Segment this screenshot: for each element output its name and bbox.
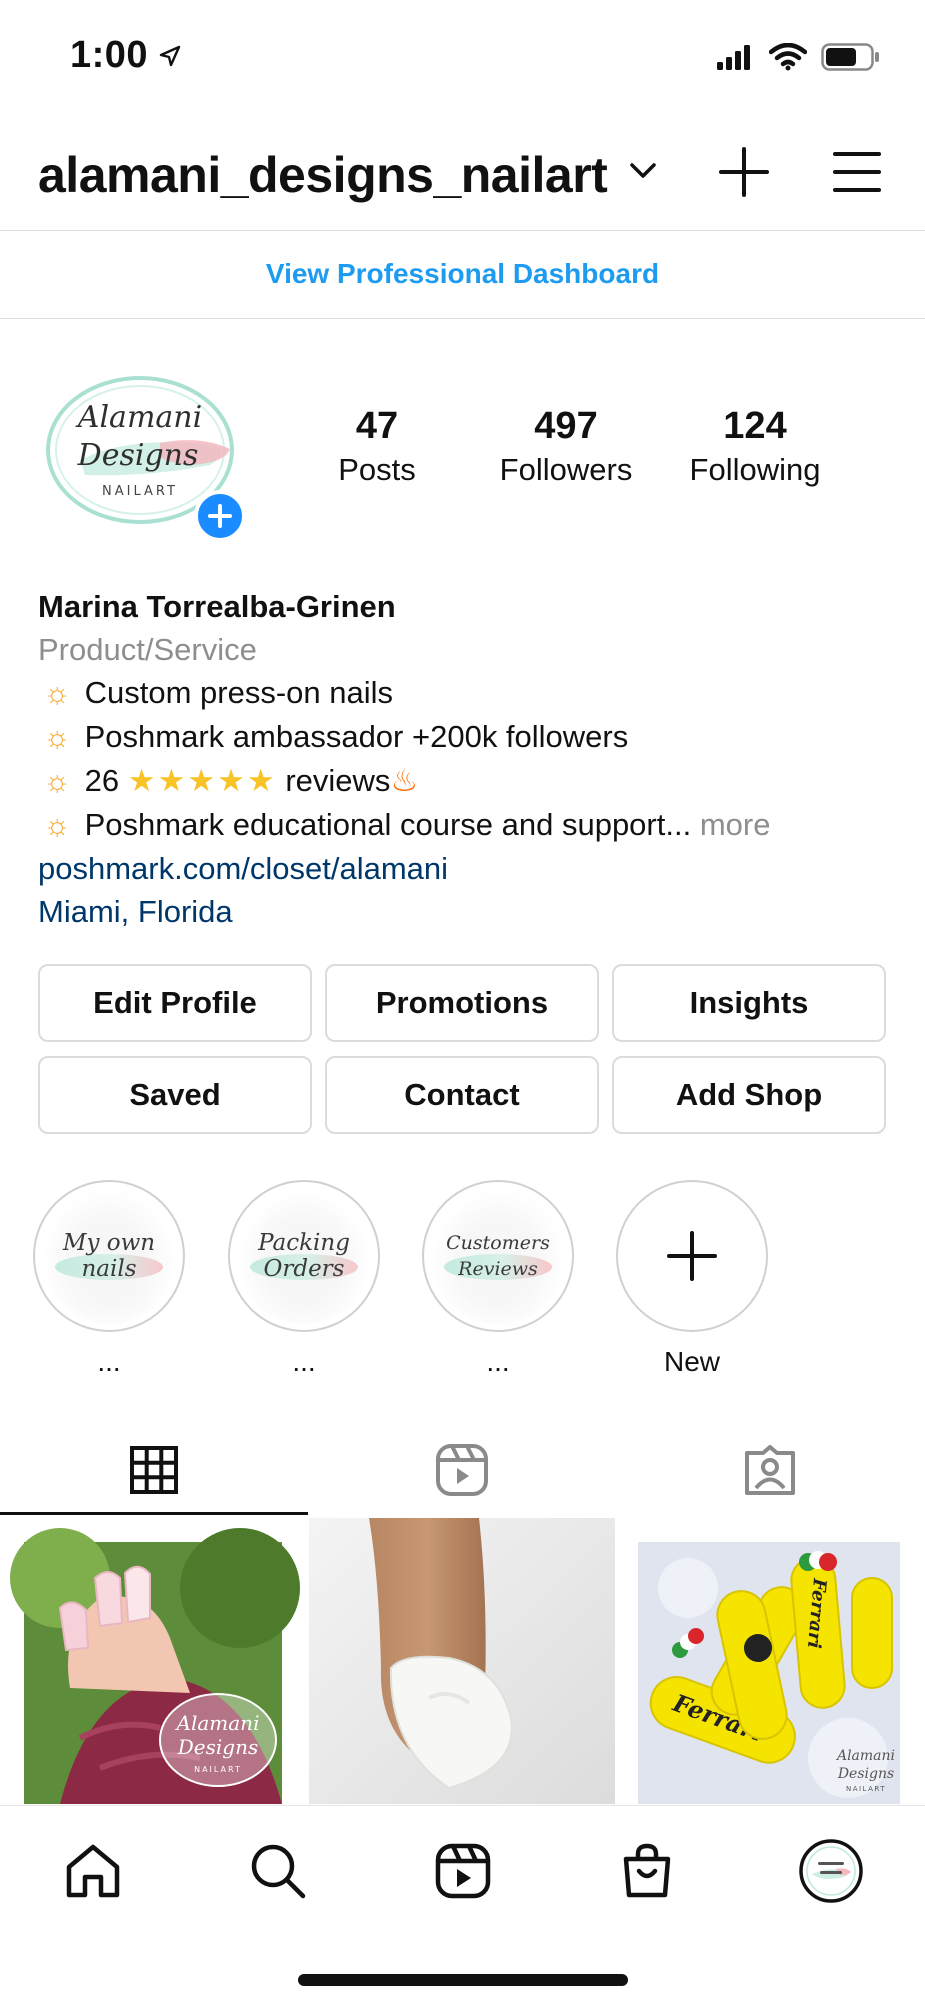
bio-line: ☼ Poshmark educational course and suppor… xyxy=(38,803,898,847)
stars-icon: ★★★★★ xyxy=(127,763,277,798)
plus-icon xyxy=(208,504,232,528)
post-thumbnail[interactable]: Alamani Designs NAILART xyxy=(0,1518,306,1804)
bio-line: ☼ Custom press-on nails xyxy=(38,671,898,715)
highlight-label: ... xyxy=(292,1346,316,1377)
status-time: 1:00 xyxy=(70,34,149,76)
svg-text:Designs: Designs xyxy=(837,1766,894,1782)
promotions-button[interactable]: Promotions xyxy=(325,964,599,1042)
nav-shop[interactable] xyxy=(612,1836,682,1906)
posts-count: 47 xyxy=(355,405,399,447)
highlight-cover: Customers Reviews xyxy=(422,1180,574,1332)
nav-reels[interactable] xyxy=(428,1836,498,1906)
reels-icon xyxy=(436,1444,488,1496)
contact-button[interactable]: Contact xyxy=(325,1056,599,1134)
nav-home[interactable] xyxy=(58,1836,128,1906)
svg-text:Alamani: Alamani xyxy=(175,1711,260,1735)
tab-tagged[interactable] xyxy=(616,1425,924,1515)
post-thumbnail[interactable]: Ferrari Ferrari Alamani Designs NAILART xyxy=(618,1518,924,1804)
bottom-navigation xyxy=(0,1805,925,2000)
post-image: Ferrari Ferrari Alamani Designs NAILART xyxy=(618,1518,924,1804)
svg-text:Alamani: Alamani xyxy=(75,400,202,435)
reels-icon xyxy=(435,1843,491,1899)
nav-search[interactable] xyxy=(243,1836,313,1906)
create-plus-icon[interactable] xyxy=(718,146,770,198)
bio-more-link[interactable]: more xyxy=(700,807,771,842)
post-thumbnail[interactable] xyxy=(309,1518,615,1804)
edit-profile-button[interactable]: Edit Profile xyxy=(38,964,312,1042)
profile-name: Marina Torrealba-Grinen xyxy=(38,589,396,624)
bio-website-link[interactable]: poshmark.com/closet/alamani xyxy=(38,847,898,890)
signal-icon xyxy=(717,45,750,70)
profile-bio: Marina Torrealba-Grinen Product/Service … xyxy=(38,585,898,933)
bio-line: ☼ Poshmark ambassador +200k followers xyxy=(38,715,898,759)
post-image: Alamani Designs NAILART xyxy=(0,1518,306,1804)
highlight-cover: Packing Orders xyxy=(228,1180,380,1332)
followers-stat[interactable]: 497 Followers xyxy=(486,405,646,488)
plus-icon xyxy=(667,1231,717,1281)
posts-stat[interactable]: 47 Posts xyxy=(322,405,432,488)
posts-label: Posts xyxy=(338,452,416,487)
home-icon xyxy=(66,1844,120,1898)
account-username[interactable]: alamani_designs_nailart xyxy=(38,146,608,204)
status-icons xyxy=(715,42,881,72)
saved-button[interactable]: Saved xyxy=(38,1056,312,1134)
highlight-label: ... xyxy=(486,1346,510,1377)
professional-dashboard-link[interactable]: View Professional Dashboard xyxy=(0,232,925,316)
svg-text:Designs: Designs xyxy=(177,1735,258,1759)
nav-profile[interactable] xyxy=(796,1836,866,1906)
tab-active-indicator xyxy=(0,1512,308,1515)
tagged-icon xyxy=(745,1445,795,1495)
shop-icon xyxy=(623,1843,671,1898)
battery-icon xyxy=(821,43,879,71)
story-highlight[interactable]: Customers Reviews ... xyxy=(422,1180,574,1378)
tab-posts-grid[interactable] xyxy=(0,1425,308,1515)
add-story-button[interactable] xyxy=(194,490,246,542)
insights-button[interactable]: Insights xyxy=(612,964,886,1042)
followers-label: Followers xyxy=(499,452,633,487)
following-count: 124 xyxy=(723,405,787,447)
home-indicator xyxy=(298,1974,628,1986)
new-highlight-circle xyxy=(616,1180,768,1332)
sun-icon: ☼ xyxy=(43,765,71,798)
sun-icon: ☼ xyxy=(43,809,71,842)
highlight-cover: My own nails xyxy=(33,1180,185,1332)
menu-hamburger-icon[interactable] xyxy=(832,150,882,194)
profile-category: Product/Service xyxy=(38,632,257,667)
profile-avatar-icon xyxy=(799,1839,863,1903)
header-divider xyxy=(0,230,925,231)
grid-icon xyxy=(130,1446,178,1494)
highlight-label: New xyxy=(663,1346,720,1377)
chevron-down-icon[interactable] xyxy=(628,160,658,182)
highlight-label: ... xyxy=(97,1346,121,1377)
location-arrow-icon xyxy=(159,45,181,67)
svg-text:Alamani: Alamani xyxy=(835,1748,895,1764)
tab-reels[interactable] xyxy=(308,1425,616,1515)
svg-text:NAILART: NAILART xyxy=(194,1765,242,1774)
story-highlight[interactable]: Packing Orders ... xyxy=(228,1180,380,1378)
following-stat[interactable]: 124 Following xyxy=(680,405,830,488)
wifi-icon xyxy=(769,43,807,71)
fire-icon: ♨ xyxy=(390,763,419,798)
add-shop-button[interactable]: Add Shop xyxy=(612,1056,886,1134)
svg-text:Designs: Designs xyxy=(77,438,199,473)
search-icon xyxy=(251,1844,306,1899)
bio-location-link[interactable]: Miami, Florida xyxy=(38,890,898,933)
following-label: Following xyxy=(689,452,821,487)
dashboard-divider xyxy=(0,318,925,319)
post-image xyxy=(309,1518,615,1804)
story-highlight[interactable]: My own nails ... xyxy=(33,1180,185,1378)
sun-icon: ☼ xyxy=(43,721,71,754)
svg-text:NAILART: NAILART xyxy=(846,1785,886,1793)
sun-icon: ☼ xyxy=(43,677,71,710)
profile-header: alamani_designs_nailart xyxy=(0,130,925,230)
bio-line: ☼ 26 ★★★★★ reviews♨ xyxy=(38,759,898,803)
followers-count: 497 xyxy=(534,405,598,447)
svg-text:NAILART: NAILART xyxy=(102,484,178,499)
status-bar: 1:00 xyxy=(0,0,925,110)
new-highlight-button[interactable]: New xyxy=(616,1180,768,1378)
